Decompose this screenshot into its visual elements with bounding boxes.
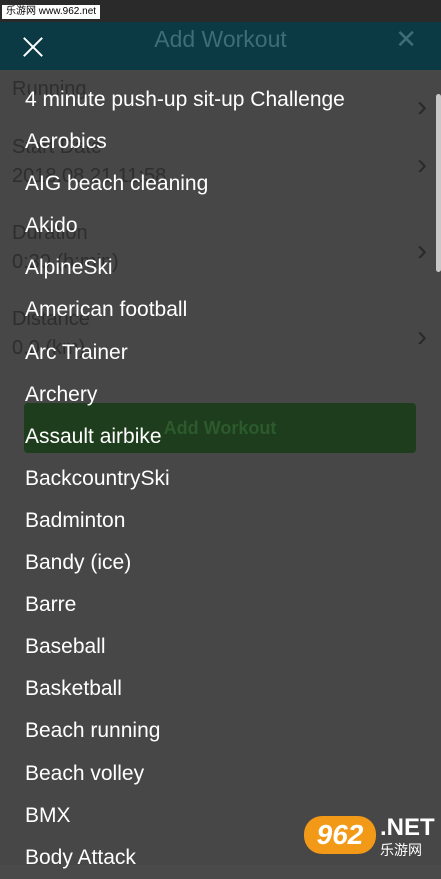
list-item[interactable]: Archery (25, 374, 345, 416)
list-item[interactable]: 4 minute push-up sit-up Challenge (25, 79, 345, 121)
logo-net: .NET (380, 814, 435, 841)
list-item[interactable]: AlpineSki (25, 247, 345, 289)
list-item[interactable]: Akido (25, 205, 345, 247)
logo-cn: 乐游网 (380, 842, 422, 858)
list-item[interactable]: Aerobics (25, 121, 345, 163)
list-item[interactable]: Body Attack (25, 837, 345, 879)
list-item[interactable]: BMX (25, 795, 345, 837)
list-item[interactable]: BackcountrySki (25, 458, 345, 500)
watermark: 乐游网 www.962.net (2, 5, 101, 19)
list-item[interactable]: Beach running (25, 710, 345, 752)
watermark-logo: 962 .NET 乐游网 (300, 812, 439, 862)
list-item[interactable]: Barre (25, 584, 345, 626)
list-item[interactable]: Basketball (25, 668, 345, 710)
close-icon[interactable] (22, 36, 44, 58)
list-item[interactable]: AIG beach cleaning (25, 163, 345, 205)
list-item[interactable]: Assault airbike (25, 416, 345, 458)
list-item[interactable]: Arc Trainer (25, 332, 345, 374)
list-item[interactable]: Bandy (ice) (25, 542, 345, 584)
list-item[interactable]: American football (25, 289, 345, 331)
list-item[interactable]: Beach volley (25, 753, 345, 795)
activity-list: 4 minute push-up sit-up Challenge Aerobi… (25, 79, 345, 879)
status-bar: 乐游网 www.962.net (0, 0, 441, 22)
list-item[interactable]: Badminton (25, 500, 345, 542)
logo-number: 962 (304, 816, 376, 854)
list-item[interactable]: Baseball (25, 626, 345, 668)
activity-picker-overlay: 4 minute push-up sit-up Challenge Aerobi… (0, 22, 441, 869)
